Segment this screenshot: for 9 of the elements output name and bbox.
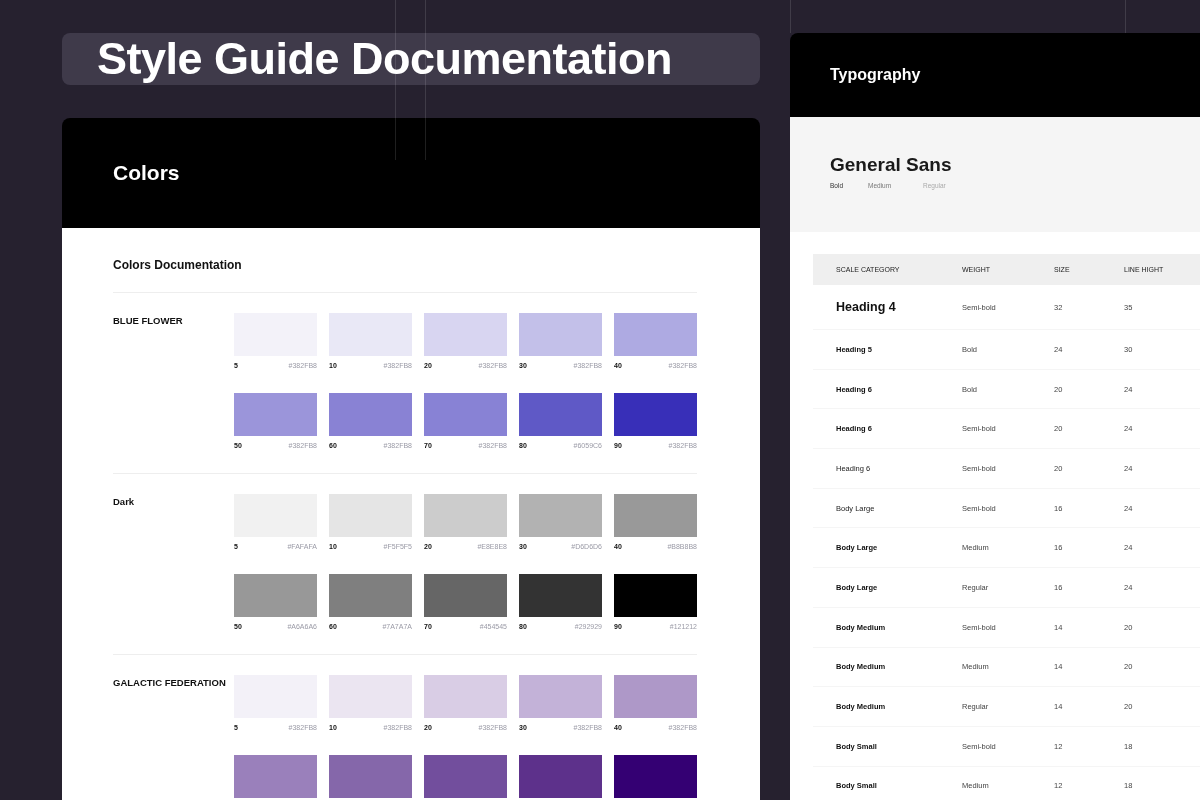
card-title: Colors [113, 161, 180, 185]
palette-name: GALACTIC FEDERATION [113, 676, 227, 690]
table-cell-text: Heading 4 [835, 300, 897, 314]
page-title: Style Guide Documentation [97, 33, 673, 85]
palette-name: BLUE FLOWER [113, 314, 184, 328]
section-heading: Colors Documentation [113, 258, 697, 293]
palette-name: Dark [113, 495, 136, 509]
font-name: General Sans [830, 154, 953, 176]
card-title: Typography [830, 66, 921, 84]
